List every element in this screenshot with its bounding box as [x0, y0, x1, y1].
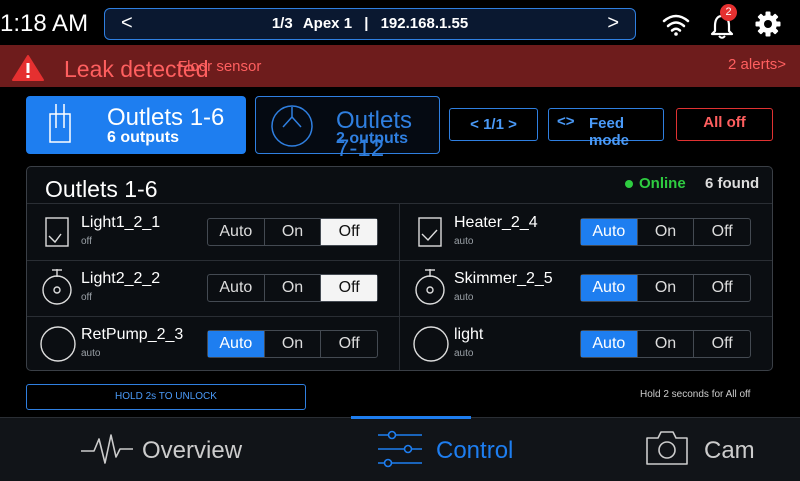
mode-off-button[interactable]: Off — [693, 275, 750, 301]
panel-title: Outlets 1-6 — [45, 176, 158, 202]
notification-badge: 2 — [720, 4, 737, 21]
column-divider — [399, 203, 400, 370]
outlet-mode-selector: Auto On Off — [580, 330, 751, 358]
group-outlets-1-6[interactable]: Outlets 1-6 6 outputs — [26, 96, 246, 154]
mode-auto-button[interactable]: Auto — [581, 331, 637, 357]
light-fixture-icon — [45, 217, 69, 247]
device-label: 1/3 Apex 1 | 192.168.1.55 — [105, 15, 635, 32]
mode-auto-button[interactable]: Auto — [208, 331, 264, 357]
outlet-mode-selector: Auto On Off — [207, 274, 378, 302]
mode-on-button[interactable]: On — [636, 331, 694, 357]
outlet-name: Heater_2_4 — [454, 214, 538, 231]
device-ip: 192.168.1.55 — [380, 15, 469, 32]
mode-on-button[interactable]: On — [636, 219, 694, 245]
group-subtitle: 6 outputs — [107, 129, 179, 146]
tab-cam[interactable]: Cam — [645, 425, 785, 477]
mode-off-button[interactable]: Off — [693, 331, 750, 357]
camera-icon — [646, 431, 688, 465]
tab-control-label: Control — [436, 437, 514, 464]
outlet-name: light — [454, 326, 484, 343]
outlet-mode-selector: Auto On Off — [207, 330, 378, 358]
pump-icon — [40, 326, 76, 362]
device-selector: < 1/3 Apex 1 | 192.168.1.55 > — [104, 8, 636, 40]
pulse-icon — [81, 434, 133, 464]
outlet-state: auto — [81, 348, 101, 359]
found-count: 6 found — [705, 175, 760, 192]
mode-off-button[interactable]: Off — [320, 331, 377, 357]
group-page-button[interactable]: < 1/1 > — [449, 108, 538, 141]
active-tab-indicator — [351, 416, 471, 419]
mode-on-button[interactable]: On — [263, 275, 321, 301]
mode-off-button[interactable]: Off — [693, 219, 750, 245]
mode-off-button[interactable]: Off — [320, 275, 378, 301]
online-dot-icon — [625, 180, 633, 188]
power-strip-icon — [49, 104, 71, 143]
mode-on-button[interactable]: On — [263, 219, 321, 245]
hold-note: Hold 2 seconds for All off — [640, 389, 751, 400]
pump-icon — [413, 326, 449, 362]
alert-sensor: Floor sensor — [178, 58, 262, 75]
tab-overview[interactable]: Overview — [80, 425, 280, 477]
outlet-state: auto — [454, 292, 474, 303]
outlet-state: auto — [454, 236, 474, 247]
mode-auto-button[interactable]: Auto — [208, 275, 264, 301]
tab-cam-label: Cam — [704, 437, 755, 464]
tab-overview-label: Overview — [142, 437, 243, 464]
feed-mode-button[interactable]: <> Feed mode — [548, 108, 664, 149]
outlet-mode-selector: Auto On Off — [580, 274, 751, 302]
all-off-button[interactable]: All off — [676, 108, 773, 141]
next-device-button[interactable]: > — [607, 12, 619, 35]
outlet-mode-selector: Auto On Off — [580, 218, 751, 246]
pendant-light-icon — [42, 269, 72, 305]
alerts-count-link[interactable]: 2 alerts> — [728, 56, 786, 73]
device-name: Apex 1 — [302, 15, 353, 32]
gear-icon[interactable] — [754, 10, 782, 38]
sliders-icon — [378, 430, 422, 468]
tab-control[interactable]: Control — [376, 425, 536, 477]
notifications-button[interactable]: 2 — [708, 4, 744, 40]
mode-on-button[interactable]: On — [636, 275, 694, 301]
wifi-icon[interactable] — [662, 12, 690, 36]
outlet-name: Light1_2_1 — [81, 214, 161, 231]
outlet-name: Skimmer_2_5 — [454, 270, 553, 287]
outlet-name: Light2_2_2 — [81, 270, 161, 287]
mode-auto-button[interactable]: Auto — [208, 219, 264, 245]
heater-icon — [418, 217, 442, 247]
hold-to-unlock-button[interactable]: HOLD 2s TO UNLOCK — [26, 384, 306, 410]
mode-on-button[interactable]: On — [263, 331, 321, 357]
online-status: Online — [639, 175, 686, 192]
outlet-state: off — [81, 236, 92, 247]
outlet-state: off — [81, 292, 92, 303]
feed-mode-icon: <> — [557, 113, 575, 130]
device-divider: | — [364, 15, 369, 32]
pump-icon — [271, 105, 313, 147]
outlet-mode-selector: Auto On Off — [207, 218, 378, 246]
group-outlets-7-12[interactable]: Outlets 7-12 2 outputs — [255, 96, 440, 162]
group-subtitle: 2 outputs — [336, 130, 408, 147]
warning-icon — [12, 55, 44, 81]
mode-auto-button[interactable]: Auto — [581, 219, 637, 245]
outlet-name: RetPump_2_3 — [81, 326, 184, 343]
feed-mode-label: Feed mode — [589, 115, 630, 149]
group-title: Outlets 1-6 — [107, 104, 225, 131]
outlet-state: auto — [454, 348, 474, 359]
mode-auto-button[interactable]: Auto — [581, 275, 637, 301]
mode-off-button[interactable]: Off — [320, 219, 378, 245]
clock: 1:18 AM — [0, 10, 89, 37]
pendant-light-icon — [415, 269, 445, 305]
device-page: 1/3 — [271, 15, 293, 32]
